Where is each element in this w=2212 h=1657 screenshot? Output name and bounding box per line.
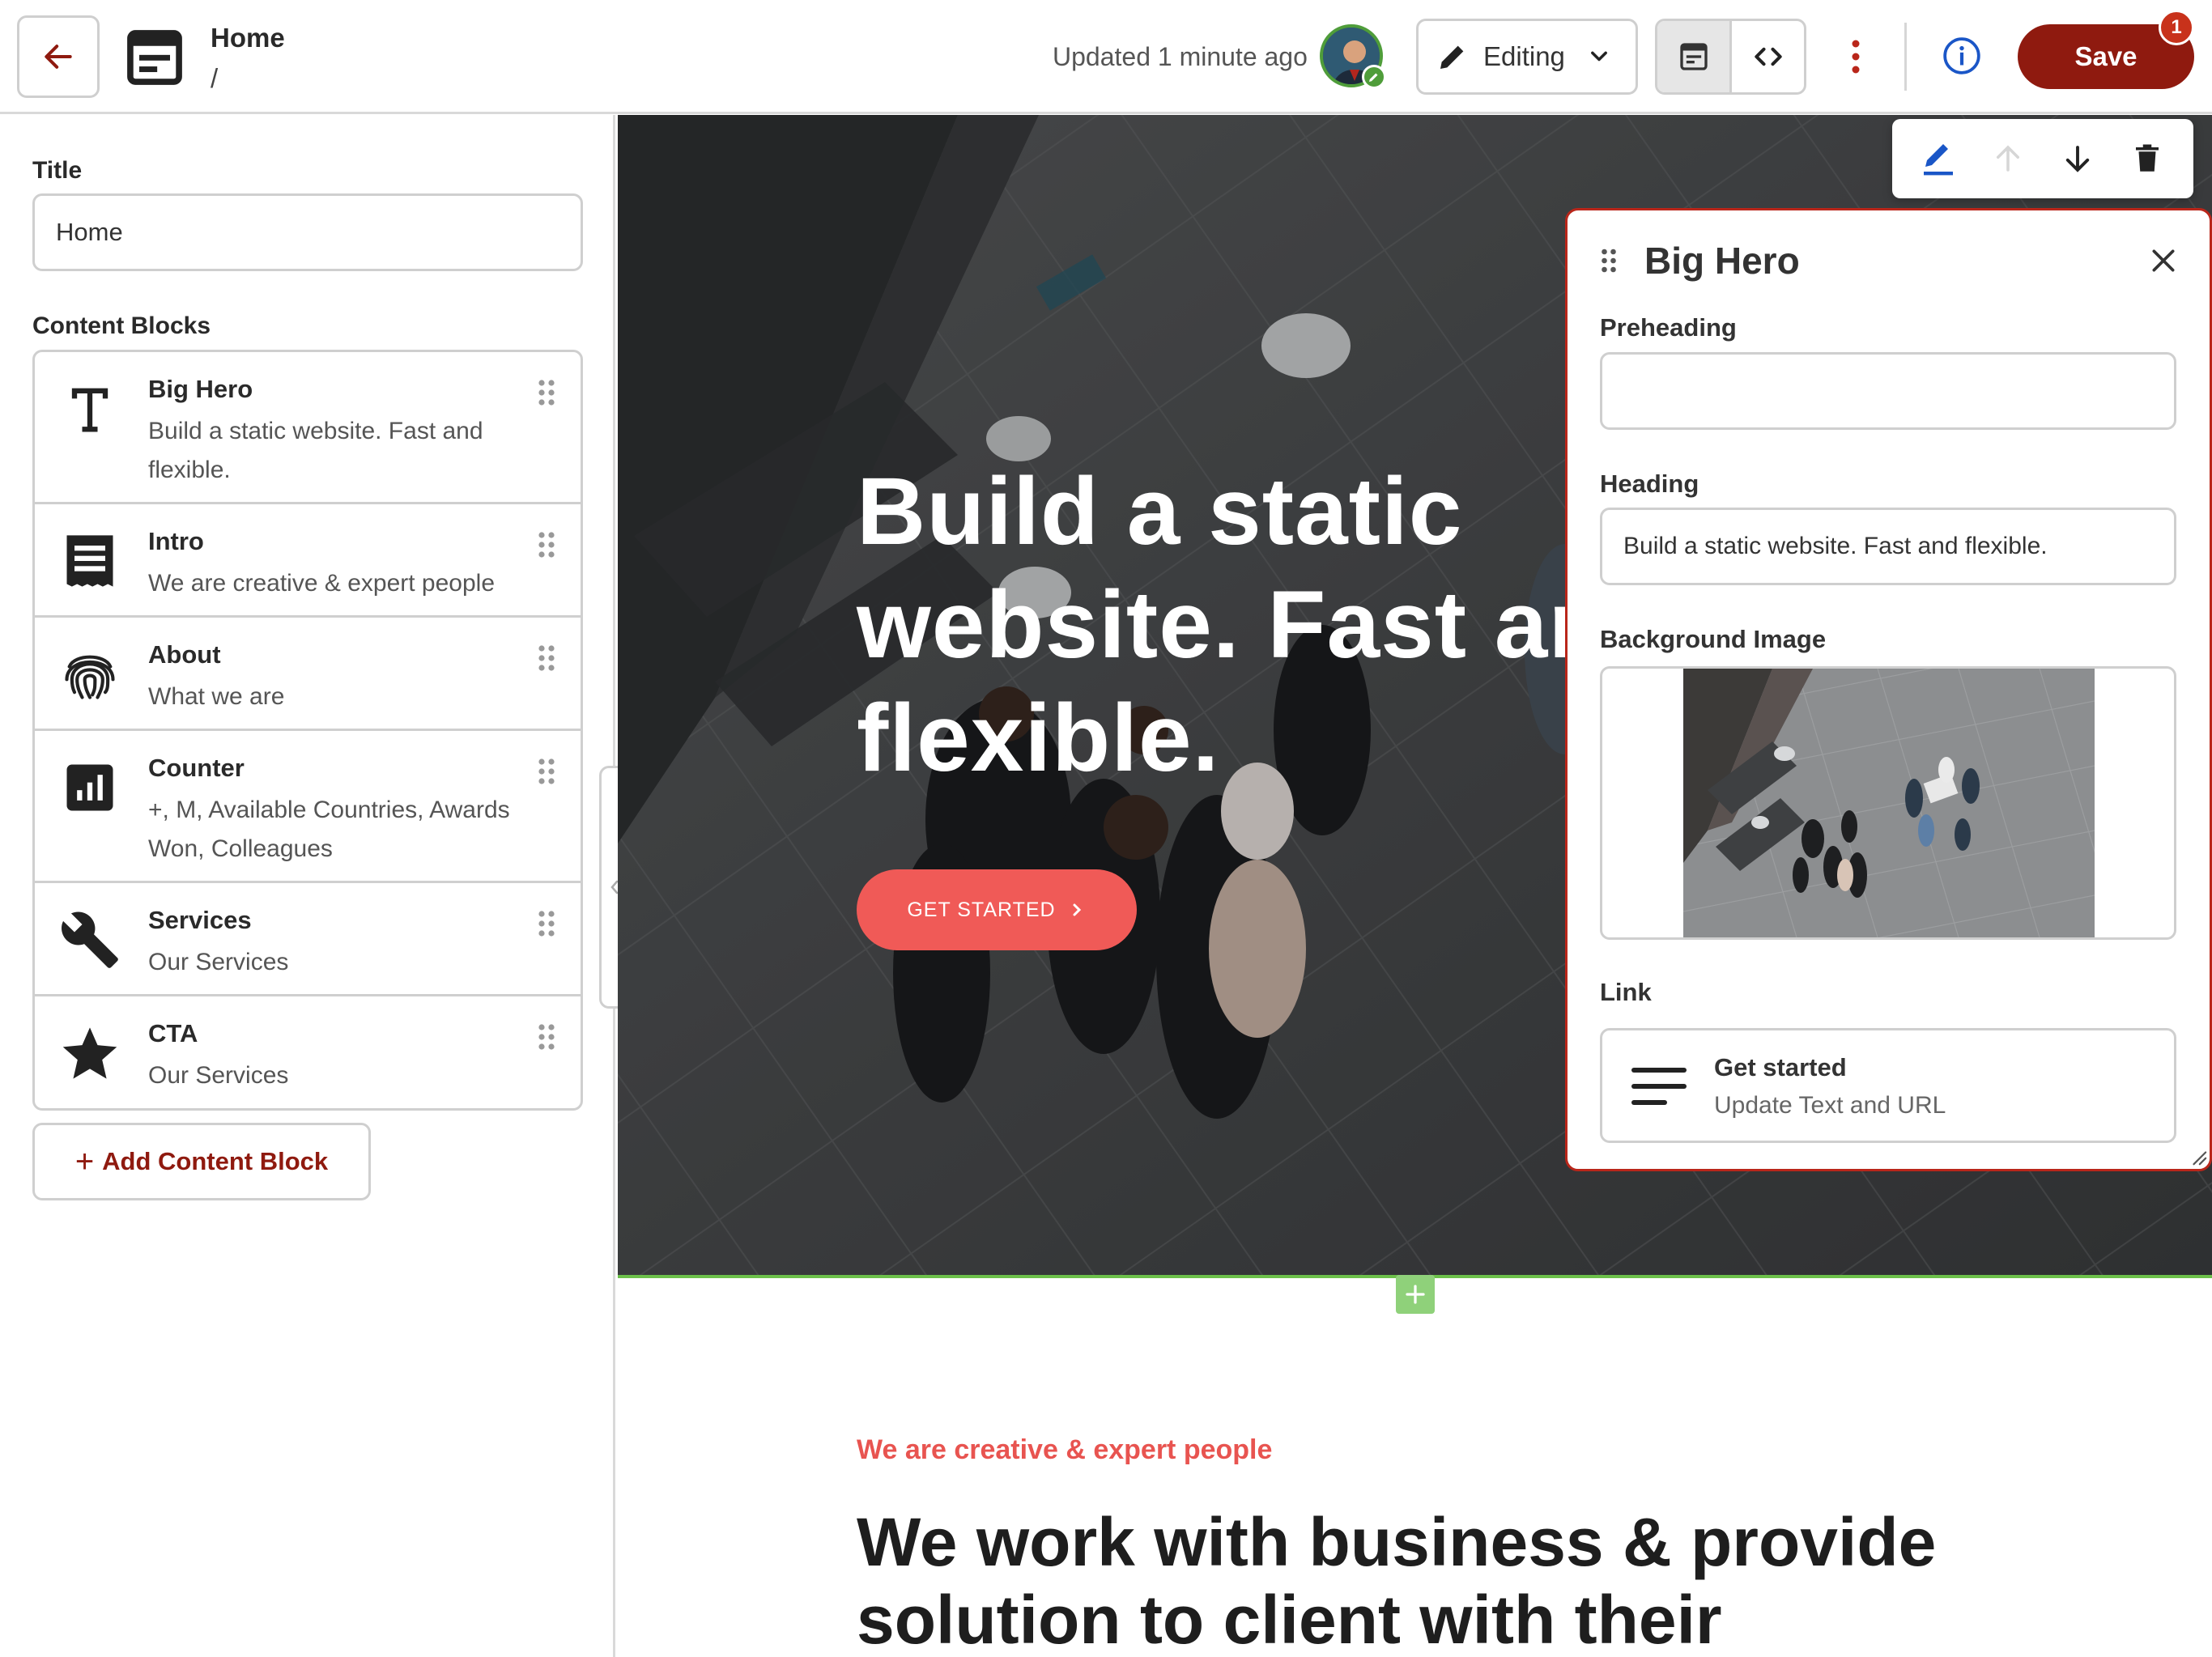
more-vertical-icon bbox=[1852, 40, 1860, 74]
content-block-counter[interactable]: Counter +, M, Available Countries, Award… bbox=[35, 731, 581, 883]
intro-heading: We work with business & provide solution… bbox=[857, 1504, 1937, 1657]
block-description: Build a static website. Fast and flexibl… bbox=[148, 418, 483, 483]
link-subtitle: Update Text and URL bbox=[1714, 1092, 1946, 1119]
fingerprint-icon bbox=[65, 655, 115, 699]
back-button[interactable] bbox=[17, 15, 100, 98]
arrow-down-icon bbox=[2065, 146, 2090, 172]
content-block-intro[interactable]: Intro We are creative & expert people bbox=[35, 504, 581, 618]
get-started-button[interactable]: GET STARTED bbox=[857, 869, 1137, 950]
content-blocks-list: Big Hero Build a static website. Fast an… bbox=[32, 350, 583, 1111]
chevron-down-icon bbox=[1590, 51, 1607, 62]
wrench-icon bbox=[62, 911, 118, 968]
link-editor[interactable]: Get started Update Text and URL bbox=[1600, 1028, 2176, 1143]
trash-icon bbox=[2136, 144, 2159, 172]
chevron-right-icon bbox=[1073, 903, 1081, 916]
drag-handle-icon[interactable] bbox=[537, 909, 556, 938]
code-view-button[interactable] bbox=[1732, 21, 1804, 92]
visual-view-button[interactable] bbox=[1657, 21, 1732, 92]
pencil-icon bbox=[1440, 45, 1464, 69]
preheading-label: Preheading bbox=[1600, 313, 1737, 342]
get-started-label: GET STARTED bbox=[907, 898, 1056, 921]
drag-handle-icon[interactable] bbox=[537, 644, 556, 673]
block-name: CTA bbox=[148, 1019, 198, 1047]
title-heading: Title bbox=[32, 157, 83, 184]
star-icon bbox=[62, 1027, 117, 1079]
article-icon bbox=[66, 535, 113, 587]
add-content-block-label: Add Content Block bbox=[102, 1147, 329, 1175]
delete-block-button[interactable] bbox=[2123, 134, 2172, 183]
move-down-button[interactable] bbox=[2053, 134, 2102, 183]
office-photo-icon bbox=[1683, 669, 2095, 937]
content-block-about[interactable]: About What we are bbox=[35, 618, 581, 731]
content-block-big-hero[interactable]: Big Hero Build a static website. Fast an… bbox=[35, 352, 581, 504]
block-name: About bbox=[148, 640, 221, 669]
sidebar: Title Content Blocks Big Hero Build a st… bbox=[0, 115, 615, 1657]
block-description: Our Services bbox=[148, 1062, 289, 1089]
background-image-label: Background Image bbox=[1600, 625, 1827, 653]
view-toggle bbox=[1655, 19, 1806, 95]
block-description: What we are bbox=[148, 683, 285, 710]
link-text-icon bbox=[1631, 1068, 1687, 1105]
resize-grip-icon[interactable] bbox=[2189, 1148, 2207, 1166]
block-toolbar bbox=[1892, 119, 2193, 198]
arrow-up-icon bbox=[1997, 145, 2019, 172]
edit-icon bbox=[1924, 144, 1953, 176]
add-content-block-button[interactable]: + Add Content Block bbox=[32, 1123, 371, 1200]
mode-dropdown[interactable]: Editing bbox=[1416, 19, 1638, 95]
link-label: Link bbox=[1600, 978, 1652, 1006]
link-title: Get started bbox=[1714, 1053, 1847, 1081]
block-name: Big Hero bbox=[148, 375, 253, 403]
title-input[interactable] bbox=[32, 193, 583, 271]
code-icon bbox=[1754, 47, 1782, 66]
mode-label: Editing bbox=[1483, 41, 1565, 71]
info-icon bbox=[1943, 37, 1980, 74]
background-image-picker[interactable] bbox=[1600, 666, 2176, 940]
drag-handle-icon[interactable] bbox=[1600, 247, 1618, 274]
bar-chart-icon bbox=[66, 764, 113, 811]
block-name: Counter bbox=[148, 754, 245, 782]
drag-handle-icon[interactable] bbox=[537, 757, 556, 786]
content-block-cta[interactable]: CTA Our Services bbox=[35, 996, 581, 1108]
panel-title: Big Hero bbox=[1644, 240, 1800, 282]
page-icon bbox=[127, 30, 182, 85]
page-title: Home bbox=[211, 23, 285, 53]
breadcrumb-separator: / bbox=[211, 63, 219, 93]
updated-status: Updated 1 minute ago bbox=[1053, 42, 1308, 71]
arrow-left-icon bbox=[45, 45, 72, 69]
content-block-services[interactable]: Services Our Services bbox=[35, 883, 581, 996]
plus-icon bbox=[1406, 1285, 1425, 1304]
pencil-icon bbox=[1369, 73, 1378, 82]
top-bar: Home / Updated 1 minute ago Editing Save… bbox=[0, 0, 2212, 114]
intro-preheading: We are creative & expert people bbox=[857, 1434, 1273, 1465]
block-edit-panel: Big Hero Preheading Heading Background I… bbox=[1565, 208, 2212, 1171]
block-name: Intro bbox=[148, 527, 204, 555]
move-up-button[interactable] bbox=[1984, 134, 2032, 183]
block-description: Our Services bbox=[148, 949, 289, 975]
preheading-input[interactable] bbox=[1600, 352, 2176, 430]
page-preview: Build a static website. Fast and flexibl… bbox=[618, 115, 2212, 1657]
drag-handle-icon[interactable] bbox=[537, 530, 556, 559]
heading-input[interactable] bbox=[1600, 508, 2176, 585]
drag-handle-icon[interactable] bbox=[537, 1022, 556, 1052]
plus-icon: + bbox=[74, 1144, 95, 1179]
toolbar-divider bbox=[1904, 23, 1907, 91]
block-description: +, M, Available Countries, Awards Won, C… bbox=[148, 797, 510, 862]
add-section-button[interactable] bbox=[1396, 1275, 1435, 1314]
edit-block-button[interactable] bbox=[1914, 134, 1963, 183]
block-description: We are creative & expert people bbox=[148, 570, 496, 597]
online-badge bbox=[1362, 65, 1386, 89]
page-icon bbox=[1679, 43, 1708, 70]
more-options-button[interactable] bbox=[1840, 32, 1872, 81]
background-image-thumbnail bbox=[1683, 669, 2095, 937]
close-icon[interactable] bbox=[2147, 244, 2180, 277]
drag-handle-icon[interactable] bbox=[537, 378, 556, 407]
heading-label: Heading bbox=[1600, 469, 1699, 498]
content-blocks-heading: Content Blocks bbox=[32, 312, 211, 339]
block-name: Services bbox=[148, 906, 252, 934]
text-t-icon bbox=[71, 388, 108, 432]
info-button[interactable] bbox=[1942, 36, 1982, 76]
unsaved-count-badge: 1 bbox=[2159, 10, 2194, 45]
